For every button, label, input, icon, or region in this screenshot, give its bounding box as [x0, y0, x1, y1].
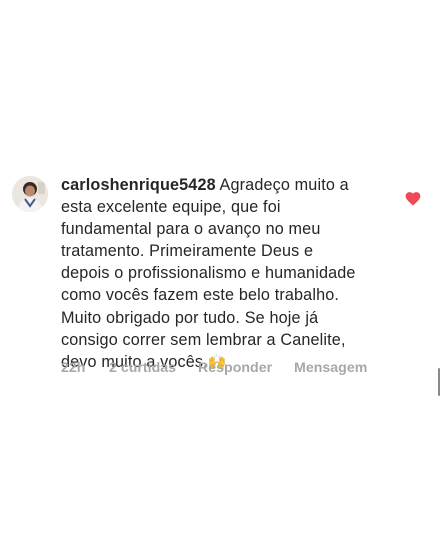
comment-time: 22h: [61, 360, 86, 376]
like-button[interactable]: [405, 191, 421, 206]
comment-text: carloshenrique5428 Agradeço muito a esta…: [61, 174, 401, 373]
scrollbar[interactable]: [438, 368, 440, 396]
comment-meta: 22h 2 curtidas Responder Mensagem: [61, 359, 367, 377]
message-button[interactable]: Mensagem: [294, 360, 367, 376]
profile-photo: [12, 176, 48, 212]
reply-button[interactable]: Responder: [198, 360, 294, 376]
comment-item: carloshenrique5428 Agradeço muito a esta…: [0, 0, 442, 545]
likes-count[interactable]: 2 curtidas: [109, 360, 198, 376]
avatar[interactable]: [12, 176, 48, 212]
heart-icon: [405, 192, 421, 206]
comment-content: Agradeço muito a esta excelente equipe, …: [61, 176, 356, 371]
username[interactable]: carloshenrique5428: [61, 176, 216, 194]
